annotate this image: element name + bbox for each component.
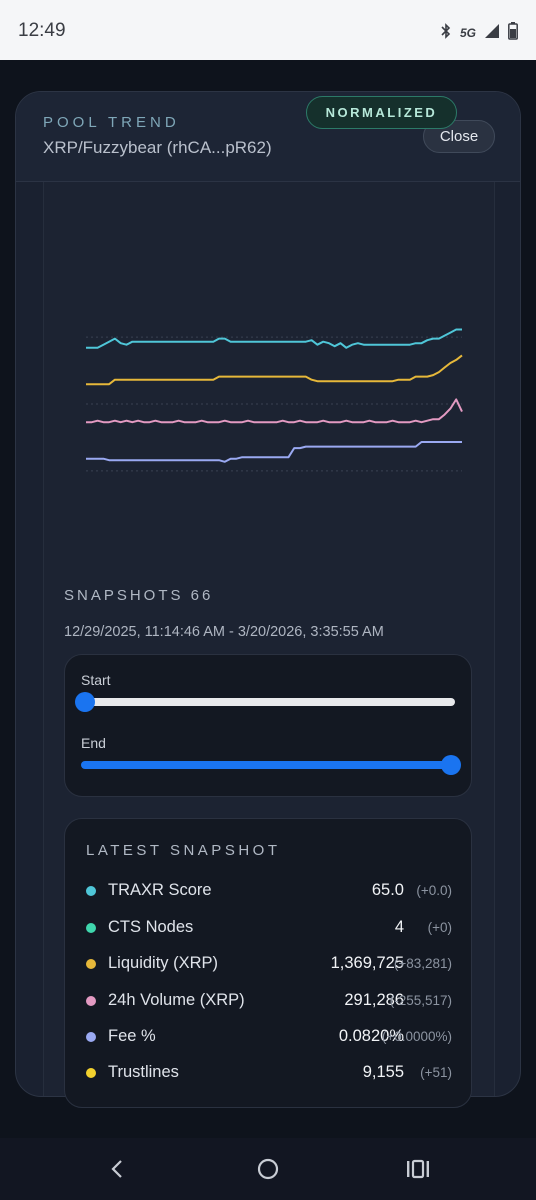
metric-value: 4	[394, 918, 404, 936]
start-slider-track[interactable]	[81, 698, 455, 706]
home-button[interactable]	[248, 1152, 288, 1186]
back-button[interactable]	[98, 1152, 138, 1186]
battery-icon	[508, 22, 518, 43]
metric-label: CTS Nodes	[108, 918, 194, 936]
chart-series-line-4	[86, 441, 462, 463]
status-icons: 5G	[440, 22, 518, 43]
metric-delta: (+83,281)	[393, 956, 452, 971]
metric-delta: (+51)	[420, 1065, 452, 1080]
range-slider-card: Start End	[64, 654, 472, 797]
start-slider-handle[interactable]	[75, 692, 95, 712]
metric-delta: (+0)	[427, 920, 452, 935]
home-icon	[257, 1158, 279, 1180]
series-color-dot	[86, 1068, 96, 1078]
snapshot-row: Liquidity (XRP) 1,369,725 (+83,281)	[86, 952, 452, 976]
series-color-dot	[86, 1032, 96, 1042]
metric-delta: (+0.0000%)	[381, 1029, 452, 1044]
normalized-badge: NORMALIZED	[306, 96, 457, 129]
network-type: 5G	[459, 25, 476, 40]
status-time: 12:49	[18, 20, 66, 41]
navigation-bar	[0, 1138, 536, 1200]
metric-delta: (+0.0)	[416, 883, 452, 898]
snapshot-row: TRAXR Score 65.0 (+0.0)	[86, 879, 452, 903]
snapshot-row: Trustlines 9,155 (+51)	[86, 1061, 452, 1085]
recents-button[interactable]	[398, 1152, 438, 1186]
status-bar: 12:49 5G	[0, 0, 536, 60]
pool-name: XRP/Fuzzybear (rhCA...pR62)	[43, 138, 272, 157]
series-color-dot	[86, 923, 96, 933]
end-slider-label: End	[81, 735, 106, 751]
metric-value: 9,155	[362, 1063, 404, 1081]
snapshot-row: CTS Nodes 4 (+0)	[86, 916, 452, 940]
snapshot-date-range: 12/29/2025, 11:14:46 AM - 3/20/2026, 3:3…	[64, 624, 384, 640]
series-color-dot	[86, 996, 96, 1006]
snapshot-row: Fee % 0.0820% (+0.0000%)	[86, 1025, 452, 1049]
end-slider-track[interactable]	[81, 761, 455, 769]
card-eyebrow: POOL TREND	[43, 114, 180, 131]
snapshots-heading: SNAPSHOTS 66	[64, 587, 214, 604]
trend-chart	[86, 328, 463, 472]
series-color-dot	[86, 886, 96, 896]
metric-label: 24h Volume (XRP)	[108, 991, 245, 1009]
metric-label: Fee %	[108, 1027, 156, 1045]
latest-snapshot-title: LATEST SNAPSHOT	[86, 842, 281, 859]
snapshot-row: 24h Volume (XRP) 291,286 (-255,517)	[86, 989, 452, 1013]
end-slider-handle[interactable]	[441, 755, 461, 775]
metric-label: TRAXR Score	[108, 881, 212, 899]
metric-label: Liquidity (XRP)	[108, 954, 219, 972]
bluetooth-icon	[440, 23, 452, 42]
chart-series-line-3	[86, 398, 463, 424]
back-icon	[111, 1160, 122, 1178]
signal-icon	[484, 23, 500, 42]
metric-value: 65.0	[371, 881, 404, 899]
start-slider-label: Start	[81, 672, 111, 688]
metric-delta: (-255,517)	[389, 993, 452, 1008]
latest-snapshot-card: LATEST SNAPSHOT TRAXR Score 65.0 (+0.0) CTS…	[64, 818, 472, 1108]
metric-label: Trustlines	[108, 1063, 179, 1081]
chart-series-line-2	[86, 354, 463, 386]
recents-icon	[407, 1159, 429, 1179]
series-color-dot	[86, 959, 96, 969]
chart-series-line-1	[86, 328, 462, 349]
